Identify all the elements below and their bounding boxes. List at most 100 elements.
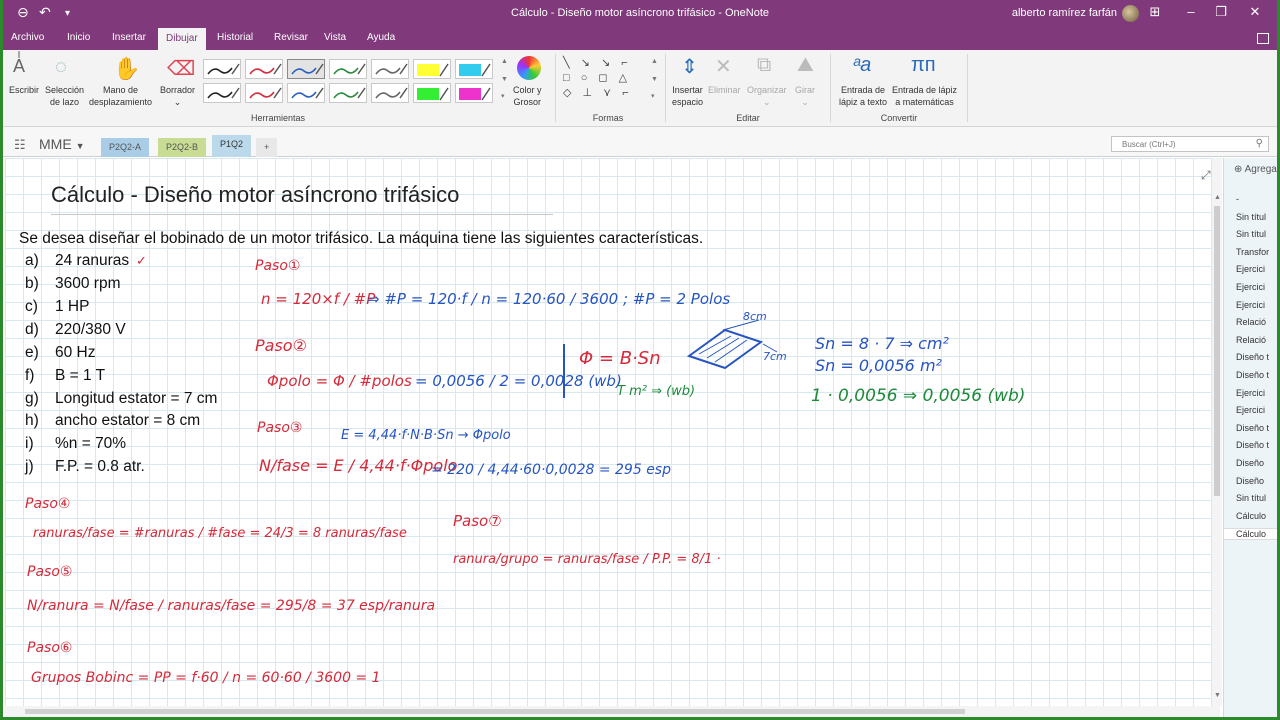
add-page-icon: ⊕: [1234, 164, 1243, 175]
vertical-scrollbar[interactable]: ▲ ▼: [1212, 158, 1222, 706]
share-icon[interactable]: [1257, 33, 1269, 44]
section-tab-p1q2[interactable]: P1Q2: [212, 135, 252, 157]
lapiz-a-matematicas-button[interactable]: Entrada de lápiz a matemáticas: [892, 84, 957, 108]
tab-historial[interactable]: Historial: [217, 32, 253, 43]
tab-dibujar[interactable]: Dibujar: [158, 28, 206, 50]
pen-swatch[interactable]: [455, 59, 493, 79]
gallery-down-icon[interactable]: ▼: [501, 76, 508, 83]
characteristic-item[interactable]: i) %n = 70%: [25, 435, 126, 453]
horizontal-scroll-thumb[interactable]: [25, 709, 965, 714]
characteristic-item[interactable]: f) B = 1 T: [25, 367, 105, 385]
page-list-item[interactable]: Cálculo: [1224, 528, 1277, 541]
tab-vista[interactable]: Vista: [324, 32, 346, 43]
page-list-item[interactable]: Ejercici: [1236, 300, 1277, 310]
pen-swatch[interactable]: [203, 83, 241, 103]
tab-revisar[interactable]: Revisar: [274, 32, 308, 43]
minimize-icon[interactable]: –: [1181, 4, 1201, 19]
pen-swatch[interactable]: [245, 59, 283, 79]
pen-swatch[interactable]: [329, 59, 367, 79]
gallery-more-icon[interactable]: ▾: [501, 92, 505, 100]
characteristic-item[interactable]: d) 220/380 V: [25, 321, 126, 339]
search-input[interactable]: Buscar (Ctrl+J) ⚲: [1111, 136, 1269, 152]
page-list-item[interactable]: Ejercici: [1236, 264, 1277, 274]
page-list-item[interactable]: Ejercici: [1236, 282, 1277, 292]
escribir-button[interactable]: Escribir: [9, 84, 39, 96]
avatar[interactable]: [1122, 5, 1139, 22]
page-list-item[interactable]: Diseño t: [1236, 370, 1277, 380]
notebook-icon[interactable]: ☷: [14, 137, 26, 153]
problem-statement[interactable]: Se desea diseñar el bobinado de un motor…: [19, 230, 703, 248]
full-page-icon[interactable]: ⤢: [1201, 168, 1211, 183]
tab-insertar[interactable]: Insertar: [112, 32, 146, 43]
page-list-item[interactable]: Transfor: [1236, 247, 1277, 257]
page-list-item[interactable]: Diseño t: [1236, 440, 1277, 450]
paso-2-result: = 0,0056 / 2 = 0,0028 (wb): [415, 372, 622, 390]
color-grosor-button[interactable]: Color y Grosor: [513, 84, 542, 108]
characteristic-item[interactable]: j) F.P. = 0.8 atr.: [25, 458, 145, 476]
characteristic-item[interactable]: h) ancho estator = 8 cm: [25, 412, 200, 430]
seleccion-lazo-button[interactable]: Selección de lazo: [45, 84, 84, 108]
page-title[interactable]: Cálculo - Diseño motor asíncrono trifási…: [51, 182, 459, 208]
section-tab-p2q2-a[interactable]: P2Q2-A: [101, 138, 150, 157]
page-list-item[interactable]: Diseño: [1236, 458, 1277, 468]
page-list-item[interactable]: Sin títul: [1236, 493, 1277, 503]
pen-swatch[interactable]: [371, 83, 409, 103]
section-tab-p2q2-b[interactable]: P2Q2-B: [158, 138, 207, 157]
page-list-item[interactable]: Diseño: [1236, 476, 1277, 486]
characteristic-item[interactable]: a) 24 ranuras: [25, 252, 129, 270]
organizar-button[interactable]: Organizar ⌄: [747, 84, 787, 108]
page-list-item[interactable]: Ejercici: [1236, 388, 1277, 398]
pen-swatch[interactable]: [245, 83, 283, 103]
add-page-button[interactable]: ⊕ Agregar página: [1234, 164, 1277, 175]
user-name[interactable]: alberto ramírez farfán: [1012, 7, 1117, 19]
vertical-scroll-thumb[interactable]: [1214, 206, 1220, 496]
page-list-item[interactable]: Sin títul: [1236, 212, 1277, 222]
pen-swatch[interactable]: [287, 83, 325, 103]
ribbon-display-icon[interactable]: ⊞: [1145, 4, 1165, 20]
pen-swatch[interactable]: [413, 59, 451, 79]
shapes-down-icon[interactable]: ▼: [651, 76, 658, 83]
page-canvas[interactable]: ⤢ Cálculo - Diseño motor asíncrono trifá…: [5, 158, 1220, 706]
characteristic-item[interactable]: e) 60 Hz: [25, 344, 96, 362]
gallery-up-icon[interactable]: ▲: [501, 58, 508, 65]
lapiz-a-texto-button[interactable]: Entrada de lápiz a texto: [839, 84, 887, 108]
borrador-button[interactable]: Borrador ⌄: [160, 84, 195, 108]
pen-swatch[interactable]: [413, 83, 451, 103]
mano-desplazamiento-button[interactable]: Mano de desplazamiento: [89, 84, 152, 108]
page-list-item[interactable]: Diseño t: [1236, 352, 1277, 362]
characteristic-item[interactable]: g) Longitud estator = 7 cm: [25, 390, 217, 408]
page-list-item[interactable]: -: [1236, 194, 1277, 204]
pen-swatch[interactable]: [287, 59, 325, 79]
page-list-item[interactable]: Diseño t: [1236, 423, 1277, 433]
notebook-bar: ☷ MME ▼ P2Q2-A P2Q2-B P1Q2 + Buscar (Ctr…: [3, 127, 1277, 157]
girar-button[interactable]: Girar ⌄: [795, 84, 815, 108]
maximize-icon[interactable]: ❐: [1211, 4, 1231, 20]
item-text: 24 ranuras: [55, 252, 130, 269]
horizontal-scrollbar[interactable]: [5, 706, 1220, 717]
page-list-item[interactable]: Relació: [1236, 317, 1277, 327]
page-list-item[interactable]: Relació: [1236, 335, 1277, 345]
shapes-up-icon[interactable]: ▲: [651, 58, 658, 65]
close-icon[interactable]: ✕: [1245, 4, 1265, 20]
add-section-button[interactable]: +: [256, 138, 278, 157]
pen-swatch[interactable]: [329, 83, 367, 103]
scroll-down-icon[interactable]: ▼: [1214, 692, 1221, 699]
page-list-item[interactable]: Ejercici: [1236, 405, 1277, 415]
characteristic-item[interactable]: c) 1 HP: [25, 298, 89, 316]
page-list-item[interactable]: Sin títul: [1236, 229, 1277, 239]
insertar-espacio-button[interactable]: Insertar espacio: [672, 84, 703, 108]
pen-swatch[interactable]: [371, 59, 409, 79]
scroll-up-icon[interactable]: ▲: [1214, 194, 1221, 201]
item-letter: c): [25, 298, 38, 315]
eliminar-button[interactable]: Eliminar: [708, 84, 741, 96]
notebook-name[interactable]: MME ▼: [39, 136, 84, 152]
pen-swatch[interactable]: [455, 83, 493, 103]
pen-swatch[interactable]: [203, 59, 241, 79]
characteristic-item[interactable]: b) 3600 rpm: [25, 275, 120, 293]
tab-archivo[interactable]: Archivo: [11, 32, 44, 43]
tab-ayuda[interactable]: Ayuda: [367, 32, 395, 43]
shapes-more-icon[interactable]: ▾: [651, 92, 655, 100]
page-list-item[interactable]: Cálculo: [1236, 511, 1277, 521]
tab-inicio[interactable]: Inicio: [67, 32, 90, 43]
shapes-gallery[interactable]: ╲ ↘ ↘ ⌐ □ ○ ◻ △ ◇ ⊥ ⋎ ⌐: [563, 56, 647, 104]
